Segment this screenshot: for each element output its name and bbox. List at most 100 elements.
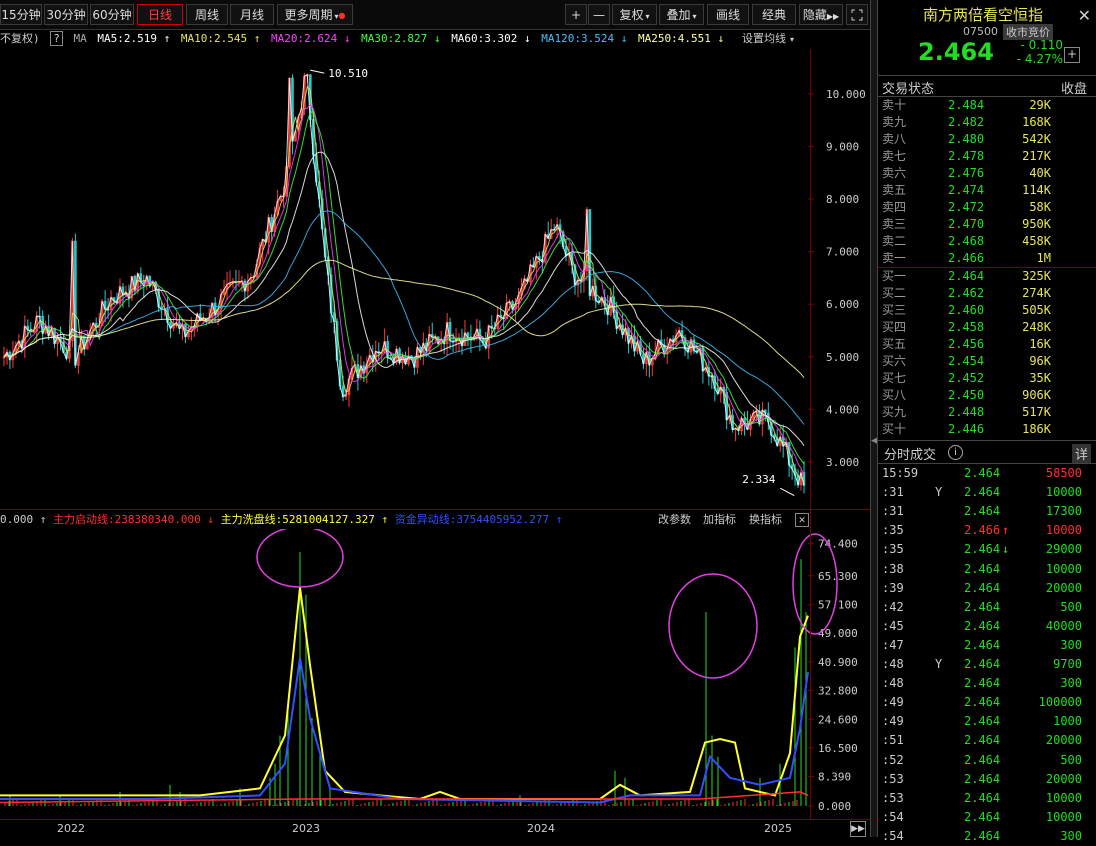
tick-time: :53 — [882, 790, 904, 805]
ask-row[interactable]: 卖二 2.468 458K — [878, 233, 1096, 250]
level-volume: 505K — [1022, 303, 1051, 317]
classic-button[interactable]: 经典 — [752, 4, 796, 25]
caret-down-icon: ▾ — [790, 35, 795, 44]
bid-row[interactable]: 买十 2.446 186K — [878, 421, 1096, 438]
detail-button[interactable]: 详 — [1071, 444, 1091, 463]
tick-volume: 300 — [1060, 676, 1082, 691]
bid-row[interactable]: 买四 2.458 248K — [878, 319, 1096, 336]
candlestick-chart[interactable]: 10.000 9.000 8.000 7.000 6.000 5.000 4.000 3.00… — [0, 49, 870, 509]
ma120-line — [3, 210, 805, 425]
tick-volume: 40000 — [1045, 618, 1082, 633]
price-tick-label: 10.000 — [826, 88, 866, 101]
tick-volume: 10000 — [1045, 561, 1082, 576]
ma120-value: MA120:3.524 ↓ — [541, 32, 628, 45]
ask-row[interactable]: 卖六 2.476 40K — [878, 165, 1096, 182]
ma-settings-button[interactable]: 设置均线 ▾ — [742, 29, 798, 49]
add-indicator-button[interactable]: 加指标 — [703, 510, 736, 530]
scroll-end-button[interactable]: ▶▶ — [850, 821, 866, 837]
tick-time: :51 — [882, 733, 904, 748]
adjust-mode-label[interactable]: 不复权) — [0, 32, 40, 45]
ask-row[interactable]: 卖十 2.484 29K — [878, 97, 1096, 114]
bid-row[interactable]: 买二 2.462 274K — [878, 285, 1096, 302]
ask-row[interactable]: 卖三 2.470 950K — [878, 216, 1096, 233]
last-price: 2.464 — [918, 38, 994, 66]
ask-row[interactable]: 卖一 2.466 1M — [878, 250, 1096, 267]
adjust-button[interactable]: 复权 ▾ — [612, 4, 657, 25]
date-label-2025: 2025 — [764, 822, 792, 835]
hide-button[interactable]: 隐藏▶▶ — [799, 4, 843, 25]
period-weekly-button[interactable]: 周线 — [186, 4, 228, 25]
tick-time: :48 — [882, 676, 904, 691]
close-panel-button[interactable]: ✕ — [1078, 6, 1091, 25]
price-tick-label: 8.000 — [826, 193, 859, 206]
indicator-chart[interactable]: 74.40065.30057.10049.00040.90032.80024.6… — [0, 529, 870, 819]
ask-row[interactable]: 卖四 2.472 58K — [878, 199, 1096, 216]
ask-row[interactable]: 卖五 2.474 114K — [878, 182, 1096, 199]
ask-row[interactable]: 卖八 2.480 542K — [878, 131, 1096, 148]
tick-time: :54 — [882, 809, 904, 824]
level-volume: 274K — [1022, 286, 1051, 300]
tick-row: :39 2.464 20000 — [878, 579, 1096, 598]
tick-price: 2.464 — [964, 618, 1001, 633]
level-price: 2.454 — [948, 354, 985, 368]
zoom-out-button[interactable]: — — [588, 4, 610, 25]
tick-volume: 17300 — [1045, 504, 1082, 519]
tick-price: 2.464 — [964, 790, 1001, 805]
more-periods-button[interactable]: 更多周期 ▾● — [277, 4, 353, 25]
bid-row[interactable]: 买九 2.448 517K — [878, 404, 1096, 421]
fullscreen-button[interactable] — [846, 4, 868, 25]
tick-row: :51 2.464 20000 — [878, 731, 1096, 750]
price-tick-label: 4.000 — [826, 403, 859, 416]
period-monthly-button[interactable]: 月线 — [230, 4, 274, 25]
tick-row: :49 2.464 100000 — [878, 693, 1096, 712]
bid-row[interactable]: 买六 2.454 96K — [878, 353, 1096, 370]
bid-row[interactable]: 买七 2.452 35K — [878, 370, 1096, 387]
trade-status-header: 交易状态 收盘 — [878, 75, 1096, 97]
tick-row: :38 2.464 10000 — [878, 560, 1096, 579]
bid-row[interactable]: 买八 2.450 906K — [878, 387, 1096, 404]
level-label: 卖九 — [882, 115, 907, 129]
date-label-2022: 2022 — [57, 822, 85, 835]
level-label: 卖八 — [882, 132, 907, 146]
level-volume: 248K — [1022, 320, 1051, 334]
period-30min-button[interactable]: 30分钟 — [44, 4, 88, 25]
close-indicator-button[interactable]: ✕ — [795, 513, 809, 527]
period-60min-button[interactable]: 60分钟 — [90, 4, 134, 25]
draw-line-button[interactable]: 画线 — [707, 4, 749, 25]
level-volume: 950K — [1022, 217, 1051, 231]
level-price: 2.474 — [948, 183, 985, 197]
highlight-circle — [792, 533, 838, 635]
bid-row[interactable]: 买一 2.464 325K — [878, 268, 1096, 285]
red-dot-icon: ● — [338, 11, 346, 20]
level-volume: 186K — [1022, 422, 1051, 436]
level-volume: 517K — [1022, 405, 1051, 419]
tick-price: 2.464 — [964, 733, 1001, 748]
help-icon[interactable]: ? — [50, 31, 63, 46]
zoom-in-button[interactable]: + — [565, 4, 587, 25]
tick-row: :31 Y 2.464 10000 — [878, 483, 1096, 502]
level-price: 2.476 — [948, 166, 985, 180]
date-axis: 2022 2023 2024 2025 ▶▶ — [0, 819, 870, 838]
tick-price: 2.464 — [964, 466, 1001, 480]
level-label: 卖二 — [882, 234, 907, 248]
tick-time: :49 — [882, 695, 904, 710]
ask-row[interactable]: 卖九 2.482 168K — [878, 114, 1096, 131]
change-params-button[interactable]: 改参数 — [658, 510, 691, 530]
ma60-value: MA60:3.302 ↓ — [451, 32, 531, 45]
tick-price: 2.464 — [964, 695, 1001, 710]
bid-row[interactable]: 买三 2.460 505K — [878, 302, 1096, 319]
overlay-button[interactable]: 叠加 ▾ — [659, 4, 704, 25]
tick-row: :54 2.464 300 — [878, 827, 1096, 846]
info-icon[interactable]: i — [948, 445, 963, 460]
period-15min-button[interactable]: 15分钟 — [0, 4, 42, 25]
tick-row: :45 2.464 40000 — [878, 617, 1096, 636]
level-price: 2.468 — [948, 234, 985, 248]
tick-direction-icon: ↓ — [1002, 542, 1010, 557]
add-watchlist-button[interactable]: + — [1064, 47, 1080, 63]
level-price: 2.460 — [948, 303, 985, 317]
period-daily-button[interactable]: 日线 — [137, 4, 183, 25]
ask-row[interactable]: 卖七 2.478 217K — [878, 148, 1096, 165]
tick-time: :35 — [882, 523, 904, 538]
swap-indicator-button[interactable]: 换指标 — [749, 510, 782, 530]
bid-row[interactable]: 买五 2.456 16K — [878, 336, 1096, 353]
